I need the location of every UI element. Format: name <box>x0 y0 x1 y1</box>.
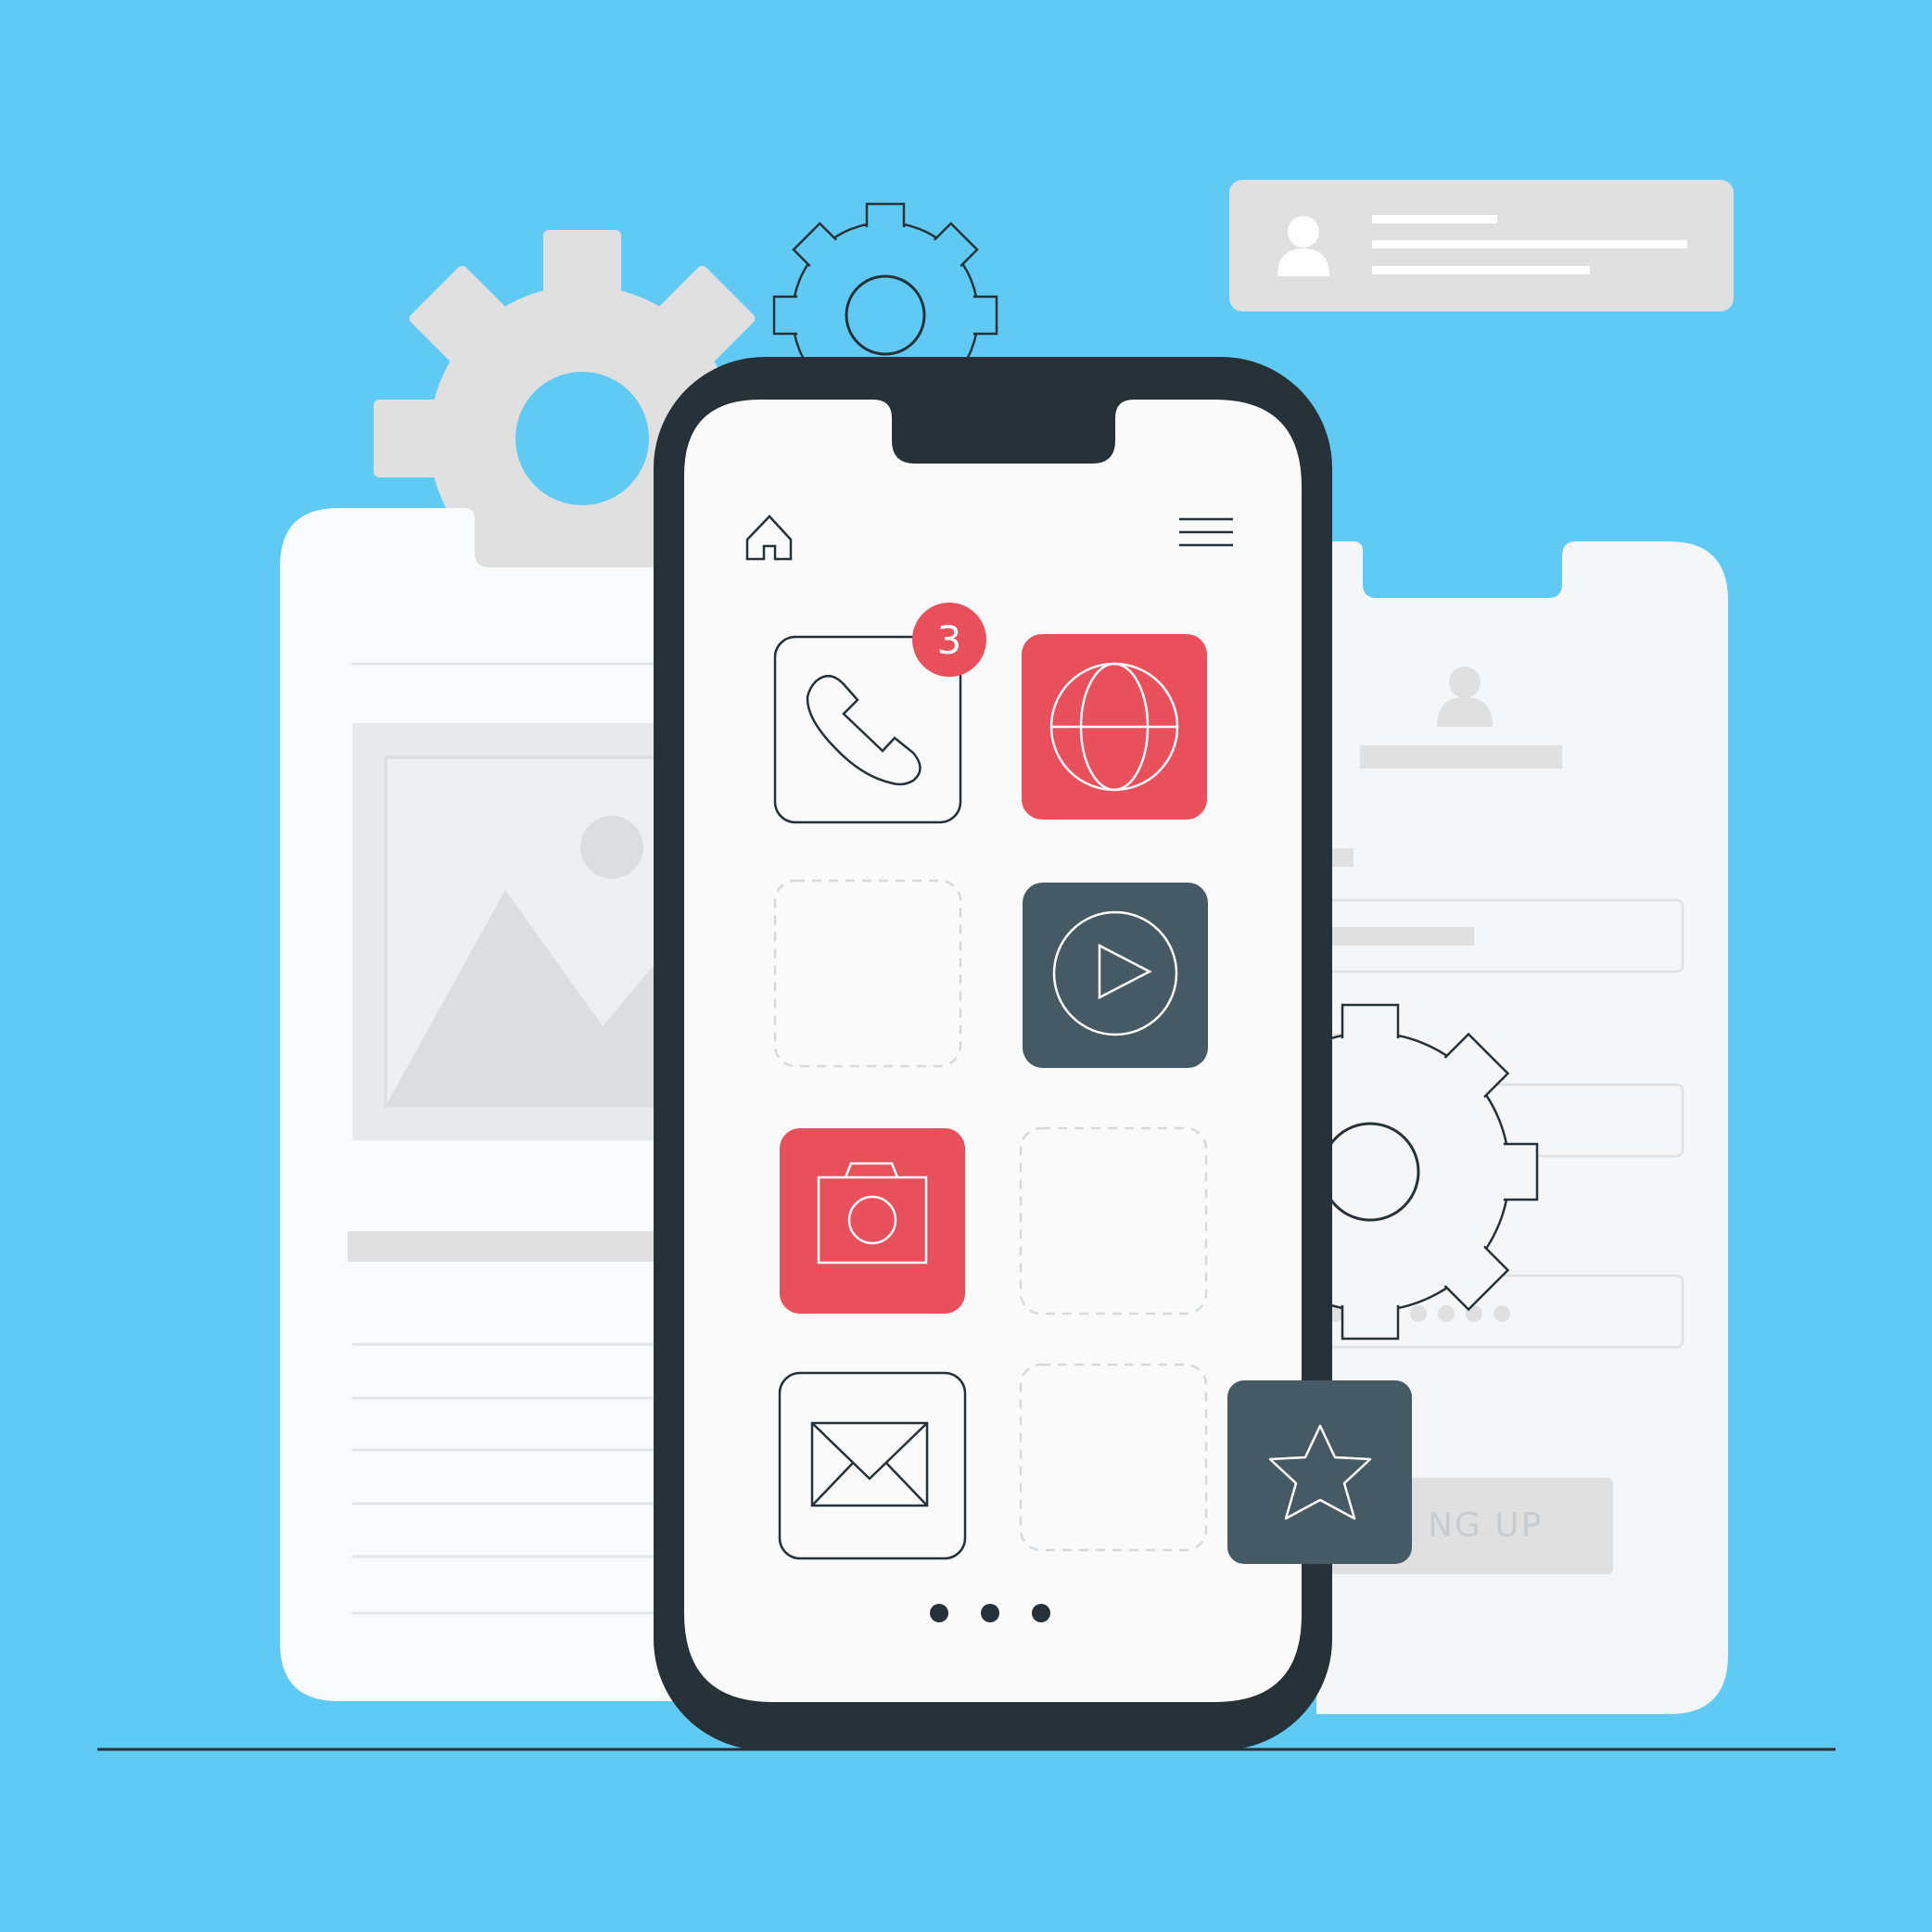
notification-badge: 3 <box>912 603 986 677</box>
page-dot[interactable] <box>1032 1604 1050 1622</box>
profile-card <box>1229 180 1734 311</box>
password-dot <box>1438 1305 1455 1322</box>
signup-title-bar <box>1360 745 1562 769</box>
profile-line-1 <box>1372 215 1497 223</box>
page-dot[interactable] <box>930 1604 948 1622</box>
browser-app-tile[interactable] <box>1022 634 1207 820</box>
camera-app-tile[interactable] <box>780 1128 965 1314</box>
favorites-tile[interactable] <box>1227 1380 1412 1564</box>
video-app-tile[interactable] <box>1023 883 1208 1068</box>
password-dot <box>1493 1305 1510 1322</box>
mail-app-tile[interactable] <box>778 1371 967 1560</box>
svg-text:3: 3 <box>937 617 962 663</box>
profile-line-2 <box>1372 240 1687 248</box>
image-sun <box>580 816 643 879</box>
page-dot[interactable] <box>981 1604 999 1622</box>
profile-line-3 <box>1372 266 1590 274</box>
left-phone-card <box>280 508 688 1701</box>
password-dot <box>1410 1305 1427 1322</box>
signup-button-label: NG UP <box>1428 1506 1543 1544</box>
illustration-canvas: NG UP 3 <box>97 180 1836 1751</box>
